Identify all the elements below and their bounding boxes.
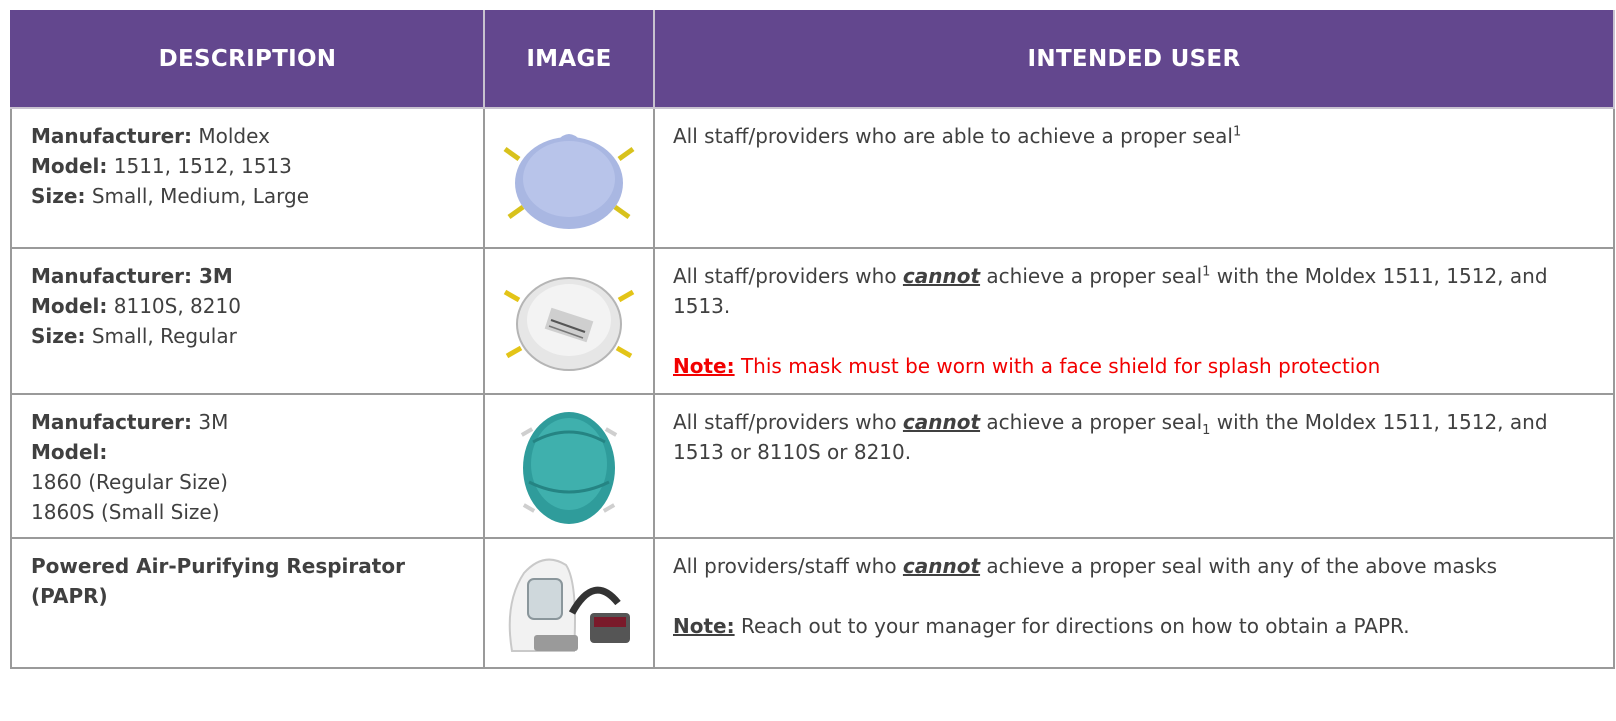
teal-respirator-mask-icon (520, 412, 618, 524)
white-n95-mask-icon (503, 277, 635, 371)
manufacturer-label: Manufacturer: (31, 124, 193, 148)
header-intended-user: INTENDED USER (653, 10, 1615, 109)
note-label: Note: (673, 614, 735, 638)
header-description: DESCRIPTION (10, 10, 485, 109)
respirator-table: DESCRIPTION IMAGE INTENDED USER Manufact… (10, 10, 1615, 669)
size-value: Small, Regular (85, 324, 237, 348)
description-cell: Powered Air-Purifying Respirator (PAPR) (10, 537, 485, 669)
model-label: Model: (31, 440, 108, 464)
intended-user-cell: All staff/providers who are able to achi… (653, 107, 1615, 249)
emphasis-text: cannot (902, 410, 981, 434)
image-cell (483, 393, 655, 539)
intended-user-text: achieve a proper seal (980, 410, 1203, 434)
note-text: Note: This mask must be worn with a face… (673, 351, 1603, 381)
table-row: Powered Air-Purifying Respirator (PAPR) … (10, 537, 1615, 669)
intended-user-text: All providers/staff who (673, 554, 903, 578)
table-row: Manufacturer: 3M Model: 8110S, 8210 Size… (10, 247, 1615, 395)
papr-hood-respirator-icon (508, 558, 630, 652)
emphasis-text: cannot (902, 554, 981, 578)
model-value: 8110S, 8210 (107, 294, 241, 318)
table-row: Manufacturer: Moldex Model: 1511, 1512, … (10, 107, 1615, 249)
footnote-ref: 1 (1232, 124, 1242, 140)
description-cell: Manufacturer: Moldex Model: 1511, 1512, … (10, 107, 485, 249)
size-value: Small, Medium, Large (85, 184, 310, 208)
manufacturer-value: 3M (192, 264, 233, 288)
intended-user-cell: All providers/staff who cannot achieve a… (653, 537, 1615, 669)
model-label: Model: (31, 294, 108, 318)
table-row: Manufacturer: 3M Model: 1860 (Regular Si… (10, 393, 1615, 539)
manufacturer-value: Moldex (192, 124, 270, 148)
note-body: This mask must be worn with a face shiel… (734, 354, 1381, 378)
manufacturer-value: 3M (192, 410, 229, 434)
image-cell (483, 247, 655, 395)
emphasis-text: cannot (902, 264, 981, 288)
manufacturer-label: Manufacturer: (31, 410, 193, 434)
image-cell (483, 537, 655, 669)
note-body: Reach out to your manager for directions… (734, 614, 1410, 638)
header-image: IMAGE (483, 10, 655, 109)
note-label: Note: (673, 354, 735, 378)
header-row: DESCRIPTION IMAGE INTENDED USER (10, 10, 1615, 109)
model-value: 1511, 1512, 1513 (107, 154, 292, 178)
intended-user-text: All staff/providers who (673, 264, 903, 288)
size-label: Size: (31, 324, 86, 348)
model-label: Model: (31, 154, 108, 178)
image-cell (483, 107, 655, 249)
papr-title: Powered Air-Purifying Respirator (PAPR) (31, 554, 405, 608)
note-text: Note: Reach out to your manager for dire… (673, 611, 1603, 641)
manufacturer-label: Manufacturer: (31, 264, 193, 288)
description-cell: Manufacturer: 3M Model: 8110S, 8210 Size… (10, 247, 485, 395)
intended-user-cell: All staff/providers who cannot achieve a… (653, 247, 1615, 395)
intended-user-text: All staff/providers who are able to achi… (673, 124, 1233, 148)
intended-user-cell: All staff/providers who cannot achieve a… (653, 393, 1615, 539)
model-value: 1860 (Regular Size) (31, 470, 228, 494)
intended-user-text: achieve a proper seal (980, 264, 1203, 288)
description-cell: Manufacturer: 3M Model: 1860 (Regular Si… (10, 393, 485, 539)
model-value: 1860S (Small Size) (31, 500, 220, 524)
size-label: Size: (31, 184, 86, 208)
intended-user-text: achieve a proper seal with any of the ab… (980, 554, 1498, 578)
blue-respirator-mask-icon (503, 134, 635, 229)
intended-user-text: All staff/providers who (673, 410, 903, 434)
